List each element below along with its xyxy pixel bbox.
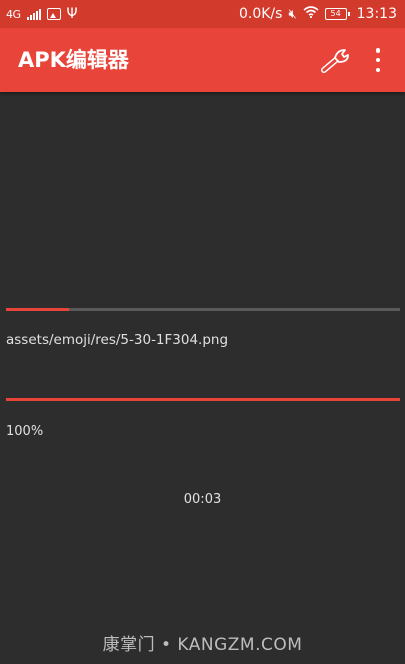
overall-progress-fill (6, 398, 400, 401)
status-left: 4G Ψ (6, 0, 78, 28)
overall-progress-bar (6, 398, 400, 401)
percent-label: 100% (6, 424, 44, 439)
app-title: APK编辑器 (18, 48, 129, 72)
mute-icon: 🔇︎ (288, 6, 297, 22)
signal-icon (26, 8, 41, 20)
battery-icon: 54 (324, 8, 350, 20)
elapsed-time: 00:03 (183, 492, 222, 507)
status-right: 0.0K/s 🔇︎ 54 13:13 (239, 0, 397, 28)
image-icon (46, 8, 61, 20)
current-file-label: assets/emoji/res/5-30-1F304.png (6, 332, 229, 348)
more-vert-icon[interactable] (368, 48, 388, 72)
usb-icon: Ψ (66, 6, 78, 22)
file-progress-bar (6, 308, 400, 311)
wrench-icon[interactable] (320, 46, 354, 74)
network-speed: 0.0K/s (238, 6, 283, 22)
clock: 13:13 (356, 6, 397, 22)
network-type: 4G (6, 7, 21, 21)
wifi-icon (303, 6, 319, 22)
status-bar: 4G Ψ 0.0K/s 🔇︎ 54 13:13 (0, 0, 405, 28)
watermark: 康掌门 • KANGZM.COM (102, 635, 303, 655)
file-progress-fill (6, 308, 70, 311)
app-bar: APK编辑器 (0, 28, 405, 92)
